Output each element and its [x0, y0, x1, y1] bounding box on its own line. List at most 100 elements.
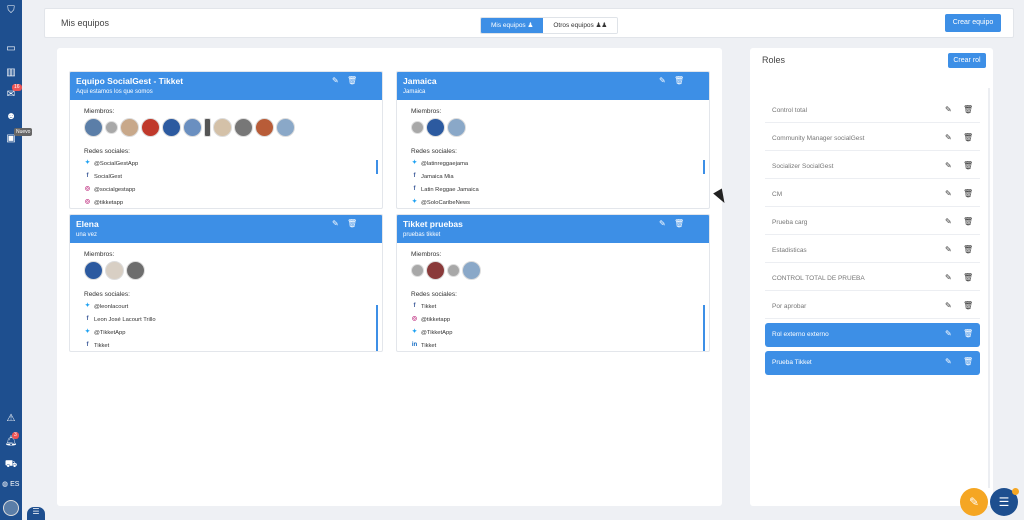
- tab-other-teams[interactable]: Otros equipos ♟♟: [543, 18, 618, 33]
- role-item[interactable]: Prueba carg ✎ 🗑︎: [765, 211, 980, 235]
- scrollbar[interactable]: [703, 160, 705, 174]
- edit-icon[interactable]: ✎: [945, 329, 952, 338]
- edit-icon[interactable]: ✎: [945, 217, 952, 226]
- avatar[interactable]: [126, 261, 145, 280]
- create-team-button[interactable]: Crear equipo: [945, 14, 1001, 32]
- social-network-item[interactable]: in Tikket: [411, 342, 436, 349]
- avatar[interactable]: [462, 261, 481, 280]
- avatar[interactable]: [84, 118, 103, 137]
- members-list: [411, 118, 466, 137]
- edit-icon[interactable]: ✎: [332, 219, 339, 228]
- avatar[interactable]: [276, 118, 295, 137]
- avatar[interactable]: [426, 261, 445, 280]
- trash-icon[interactable]: 🗑︎: [963, 329, 973, 338]
- social-network-item[interactable]: ◎ @socialgestapp: [84, 186, 135, 193]
- edit-icon[interactable]: ✎: [945, 105, 952, 114]
- scrollbar[interactable]: [376, 160, 378, 174]
- avatar[interactable]: [162, 118, 181, 137]
- edit-icon[interactable]: ✎: [659, 219, 666, 228]
- team-icon[interactable]: ☻: [4, 110, 18, 124]
- avatar[interactable]: [255, 118, 274, 137]
- edit-icon[interactable]: ✎: [945, 245, 952, 254]
- trash-icon[interactable]: 🗑︎: [963, 357, 973, 366]
- role-item[interactable]: Rol externo externo ✎ 🗑︎: [765, 323, 980, 347]
- social-network-item[interactable]: ✦ @latinreggaejama: [411, 160, 468, 167]
- trash-icon[interactable]: 🗑︎: [963, 245, 973, 254]
- trash-icon[interactable]: 🗑︎: [347, 219, 357, 228]
- avatar[interactable]: [234, 118, 253, 137]
- instagram-icon: ◎: [411, 316, 418, 322]
- role-item[interactable]: Community Manager socialGest ✎ 🗑︎: [765, 127, 980, 151]
- scrollbar[interactable]: [376, 305, 378, 351]
- members-label: Miembros:: [84, 108, 115, 115]
- social-network-item[interactable]: f Leon José Lacourt Trillo: [84, 316, 156, 323]
- sidebar: ⛉ ▭ ▥ ✉ 16 ☻ ▣ Nuevo ⚠ 🔔︎ 3 ⛟ ◍ ES: [0, 0, 33, 520]
- role-item[interactable]: Control total ✎ 🗑︎: [765, 99, 980, 123]
- social-network-item[interactable]: f Tikket: [84, 342, 110, 349]
- monitor-icon[interactable]: ▭: [4, 42, 18, 56]
- edit-icon[interactable]: ✎: [945, 133, 952, 142]
- edit-icon[interactable]: ✎: [945, 357, 952, 366]
- scrollbar[interactable]: [703, 305, 705, 351]
- social-network-item[interactable]: ◎ @tikketapp: [84, 199, 123, 206]
- avatar[interactable]: [411, 121, 424, 134]
- warning-icon[interactable]: ⚠: [4, 412, 18, 426]
- role-item[interactable]: Estadisticas ✎ 🗑︎: [765, 239, 980, 263]
- language-selector[interactable]: ◍ ES: [2, 480, 19, 488]
- trash-icon[interactable]: 🗑︎: [347, 76, 357, 85]
- trash-icon[interactable]: 🗑︎: [963, 105, 973, 114]
- language-label: ES: [10, 481, 20, 488]
- members-list: [84, 118, 295, 137]
- trash-icon[interactable]: 🗑︎: [963, 217, 973, 226]
- social-network-item[interactable]: ✦ @TikketApp: [84, 329, 125, 336]
- avatar[interactable]: [183, 118, 202, 137]
- social-network-item[interactable]: ✦ @leonlacourt: [84, 303, 128, 310]
- social-network-item[interactable]: f Latin Reggae Jamaica: [411, 186, 479, 193]
- trash-icon[interactable]: 🗑︎: [963, 189, 973, 198]
- create-role-button[interactable]: Crear rol: [948, 53, 986, 68]
- social-network-item[interactable]: ✦ @TikketApp: [411, 329, 452, 336]
- tab-my-teams[interactable]: Mis equipos ♟: [481, 18, 544, 33]
- avatar[interactable]: [105, 121, 118, 134]
- role-item[interactable]: CM ✎ 🗑︎: [765, 183, 980, 207]
- avatar[interactable]: [447, 118, 466, 137]
- trash-icon[interactable]: 🗑︎: [963, 161, 973, 170]
- avatar[interactable]: [213, 118, 232, 137]
- roles-scrollbar[interactable]: [988, 88, 990, 488]
- avatar[interactable]: [426, 118, 445, 137]
- logo-icon[interactable]: ⛉: [4, 4, 18, 18]
- avatar[interactable]: [447, 264, 460, 277]
- edit-icon[interactable]: ✎: [332, 76, 339, 85]
- edit-icon[interactable]: ✎: [659, 76, 666, 85]
- menu-toggle-icon[interactable]: ☰: [27, 507, 45, 520]
- edit-icon[interactable]: ✎: [945, 301, 952, 310]
- edit-icon[interactable]: ✎: [945, 161, 952, 170]
- edit-icon[interactable]: ✎: [945, 273, 952, 282]
- role-item[interactable]: Por aprobar ✎ 🗑︎: [765, 295, 980, 319]
- trash-icon[interactable]: 🗑︎: [674, 76, 684, 85]
- user-avatar[interactable]: [3, 500, 19, 516]
- trash-icon[interactable]: 🗑︎: [963, 133, 973, 142]
- compose-button[interactable]: ✎: [960, 488, 988, 516]
- edit-icon[interactable]: ✎: [945, 189, 952, 198]
- social-network-item[interactable]: ✦ @SocialGestApp: [84, 160, 138, 167]
- role-item[interactable]: CONTROL TOTAL DE PRUEBA ✎ 🗑︎: [765, 267, 980, 291]
- avatar[interactable]: [141, 118, 160, 137]
- trash-icon[interactable]: 🗑︎: [674, 219, 684, 228]
- avatar[interactable]: [411, 264, 424, 277]
- social-network-item[interactable]: ✦ @SoloCaribeNews: [411, 199, 470, 206]
- social-network-item[interactable]: f Jamaica Mia: [411, 173, 454, 180]
- stats-icon[interactable]: ▥: [4, 66, 18, 80]
- role-item[interactable]: Socializer SocialGest ✎ 🗑︎: [765, 155, 980, 179]
- social-network-item[interactable]: f SocialGest: [84, 173, 123, 180]
- avatar[interactable]: [204, 118, 211, 137]
- social-network-item[interactable]: ◎ @tikketapp: [411, 316, 450, 323]
- avatar[interactable]: [84, 261, 103, 280]
- trash-icon[interactable]: 🗑︎: [963, 273, 973, 282]
- social-network-item[interactable]: f Tikket: [411, 303, 437, 310]
- avatar[interactable]: [120, 118, 139, 137]
- trash-icon[interactable]: 🗑︎: [963, 301, 973, 310]
- cart-icon[interactable]: ⛟: [4, 458, 18, 472]
- role-item[interactable]: Prueba Tikket ✎ 🗑︎: [765, 351, 980, 375]
- avatar[interactable]: [105, 261, 124, 280]
